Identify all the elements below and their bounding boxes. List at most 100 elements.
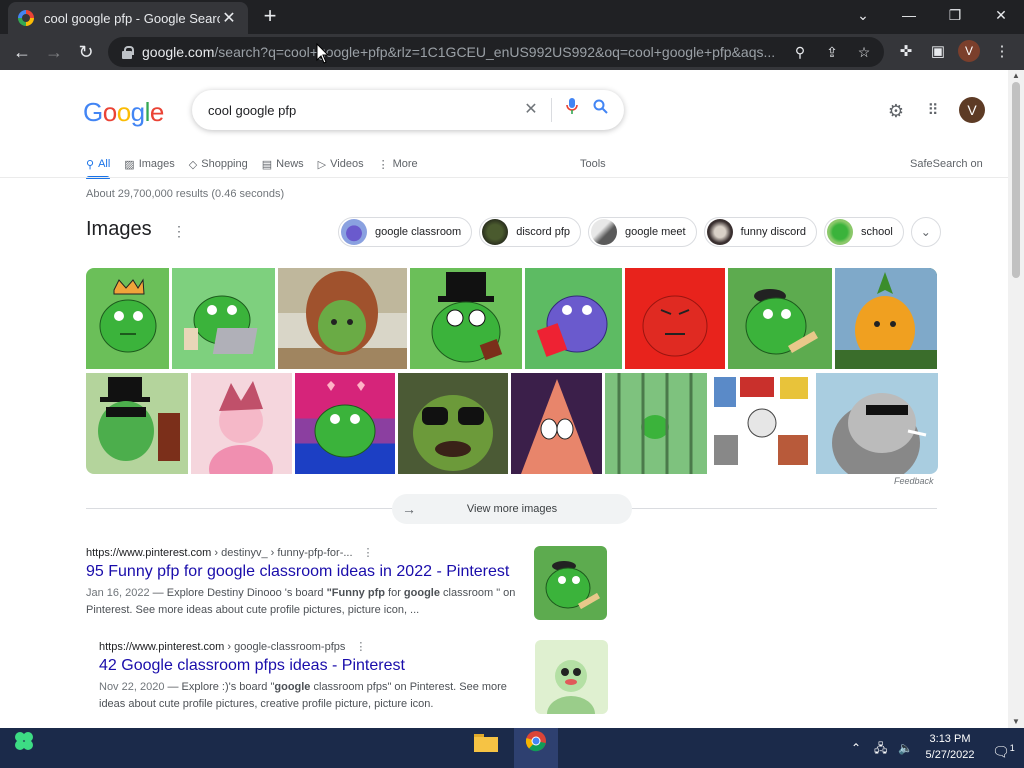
image-result-frog-crown[interactable] xyxy=(86,268,169,369)
tab-images[interactable]: ▨ Images xyxy=(124,152,174,176)
image-result-kermit-sunglasses[interactable] xyxy=(398,373,508,474)
close-window-button[interactable]: ✕ xyxy=(978,0,1024,32)
image-result-frog-laptop[interactable] xyxy=(172,268,275,369)
chip-thumbnail xyxy=(482,219,509,245)
image-result-meme-collage[interactable] xyxy=(710,373,813,474)
refinement-chips: google classroom discord pfp google meet… xyxy=(338,217,941,247)
file-explorer-folder-icon[interactable] xyxy=(464,728,508,768)
image-result-red-frog[interactable] xyxy=(625,268,725,369)
tab-all[interactable]: ⚲ All xyxy=(86,152,111,179)
scroll-up-arrow-icon[interactable]: ▲ xyxy=(1008,70,1024,82)
image-result-pineapple[interactable] xyxy=(835,268,937,369)
scroll-down-arrow-icon[interactable]: ▼ xyxy=(1008,716,1024,728)
play-icon: ▷ xyxy=(317,158,327,171)
mouse-cursor-icon xyxy=(316,43,330,64)
images-more-icon[interactable]: ⋮ xyxy=(172,223,186,240)
apps-grid-icon[interactable]: ⠿ xyxy=(920,98,946,124)
tools-button[interactable]: Tools xyxy=(580,152,606,176)
image-row-1 xyxy=(86,268,940,369)
chrome-taskbar-icon[interactable] xyxy=(514,728,558,768)
view-more-images-button[interactable]: → View more images xyxy=(392,494,632,524)
image-result-pride-frog[interactable] xyxy=(295,373,395,474)
tray-overflow-chevron-icon[interactable]: ⌃ xyxy=(851,728,861,768)
voice-search-icon[interactable] xyxy=(558,96,586,124)
page-scrollbar[interactable]: ▲ ▼ xyxy=(1008,70,1024,728)
chip-google-classroom[interactable]: google classroom xyxy=(338,217,473,247)
result-menu-icon[interactable]: ⋮ xyxy=(355,641,366,653)
network-icon[interactable]: 🖧 xyxy=(874,728,887,768)
zoom-search-icon[interactable]: ⚲ xyxy=(790,42,810,62)
tab-news[interactable]: ▤ News xyxy=(262,152,304,176)
result-cite[interactable]: https://www.pinterest.com › destinyv_ › … xyxy=(86,546,526,559)
chip-thumbnail xyxy=(591,219,618,245)
image-result-frog-top-hat[interactable] xyxy=(410,268,522,369)
result-cite[interactable]: https://www.pinterest.com › google-class… xyxy=(99,640,519,653)
browser-tab[interactable]: cool google pfp - Google Search ✕ xyxy=(8,2,248,34)
url-text[interactable]: google.com/search?q=cool+google+pfp&rlz=… xyxy=(142,44,782,60)
windows-taskbar: ⌃ 🖧 🔈 3:13 PM 5/27/2022 🗨1 xyxy=(0,728,1024,768)
search-result-2: https://www.pinterest.com › google-class… xyxy=(99,640,519,713)
new-tab-button[interactable]: + xyxy=(258,4,282,28)
account-avatar[interactable]: V xyxy=(959,97,985,123)
image-result-purple-frog[interactable] xyxy=(525,268,622,369)
back-button[interactable]: ← xyxy=(8,38,36,66)
chips-expand-chevron-icon[interactable]: ⌄ xyxy=(910,217,941,247)
image-result-frog-jail[interactable] xyxy=(605,373,707,474)
search-submit-icon[interactable] xyxy=(586,96,614,124)
tab-videos[interactable]: ▷ Videos xyxy=(318,152,364,176)
chip-google-meet[interactable]: google meet xyxy=(588,217,697,247)
image-result-frog-hair[interactable] xyxy=(278,268,407,369)
safesearch-link[interactable]: SafeSearch on xyxy=(910,152,983,176)
profile-avatar[interactable]: V xyxy=(958,40,980,62)
google-logo[interactable]: Google xyxy=(83,97,164,128)
share-icon[interactable]: ⇪ xyxy=(822,42,842,62)
image-result-frog-top-hat-2[interactable] xyxy=(86,373,188,474)
search-nav-tabs: ⚲ All ▨ Images ◇ Shopping ▤ News ▷ Videos ⋮ Mo… xyxy=(86,152,432,179)
result-1-thumbnail[interactable] xyxy=(534,546,607,620)
clock-time: 3:13 PM xyxy=(929,733,971,745)
result-2-thumbnail[interactable] xyxy=(535,640,608,714)
close-tab-icon[interactable]: ✕ xyxy=(220,8,238,28)
image-result-pixel-dolphin[interactable] xyxy=(816,373,938,474)
start-menu-button[interactable] xyxy=(2,728,46,768)
news-icon: ▤ xyxy=(261,158,273,171)
image-result-pink-avatar[interactable] xyxy=(191,373,292,474)
minimize-button[interactable]: — xyxy=(886,0,932,32)
lock-icon[interactable] xyxy=(120,45,134,59)
images-feedback-link[interactable]: Feedback xyxy=(894,476,934,486)
side-panel-icon[interactable]: ▣ xyxy=(926,40,950,64)
browser-menu-icon[interactable]: ⋮ xyxy=(990,40,1014,64)
image-result-frog-beret[interactable] xyxy=(728,268,832,369)
taskbar-clock[interactable]: 3:13 PM 5/27/2022 xyxy=(912,731,988,763)
restore-button[interactable]: ❐ xyxy=(932,0,978,32)
image-icon: ▨ xyxy=(124,158,135,171)
chip-school[interactable]: school xyxy=(824,217,904,247)
tab-search-chevron-icon[interactable]: ⌄ xyxy=(840,0,886,32)
settings-gear-icon[interactable]: ⚙ xyxy=(883,98,909,124)
forward-button[interactable]: → xyxy=(40,38,68,66)
address-bar[interactable]: google.com/search?q=cool+google+pfp&rlz=… xyxy=(108,37,884,67)
bookmark-star-icon[interactable]: ☆ xyxy=(854,42,874,62)
search-box[interactable]: cool google pfp ✕ xyxy=(192,90,624,130)
clock-date: 5/27/2022 xyxy=(925,749,975,761)
kebab-icon: ⋮ xyxy=(377,158,389,171)
scroll-thumb[interactable] xyxy=(1012,82,1020,278)
result-stats: About 29,700,000 results (0.46 seconds) xyxy=(86,188,285,200)
image-result-patrick[interactable] xyxy=(511,373,602,474)
volume-icon[interactable]: 🔈 xyxy=(898,728,913,768)
header-divider xyxy=(0,177,1008,178)
result-title-link[interactable]: 42 Google classroom pfps ideas - Pintere… xyxy=(99,657,519,675)
search-input[interactable]: cool google pfp xyxy=(208,103,517,118)
google-favicon-icon xyxy=(18,10,34,26)
chip-discord-pfp[interactable]: discord pfp xyxy=(479,217,582,247)
result-title-link[interactable]: 95 Funny pfp for google classroom ideas … xyxy=(86,563,526,581)
chip-funny-discord[interactable]: funny discord xyxy=(703,217,818,247)
tab-more[interactable]: ⋮ More xyxy=(378,152,418,176)
reload-button[interactable]: ↻ xyxy=(72,38,100,66)
extensions-puzzle-icon[interactable]: ✜ xyxy=(894,40,918,64)
clear-icon[interactable]: ✕ xyxy=(517,96,545,124)
result-snippet: Jan 16, 2022 — Explore Destiny Dinooo 's… xyxy=(86,587,516,616)
tab-shopping[interactable]: ◇ Shopping xyxy=(189,152,248,176)
notifications-icon[interactable]: 🗨1 xyxy=(992,728,1015,768)
result-menu-icon[interactable]: ⋮ xyxy=(363,547,374,559)
